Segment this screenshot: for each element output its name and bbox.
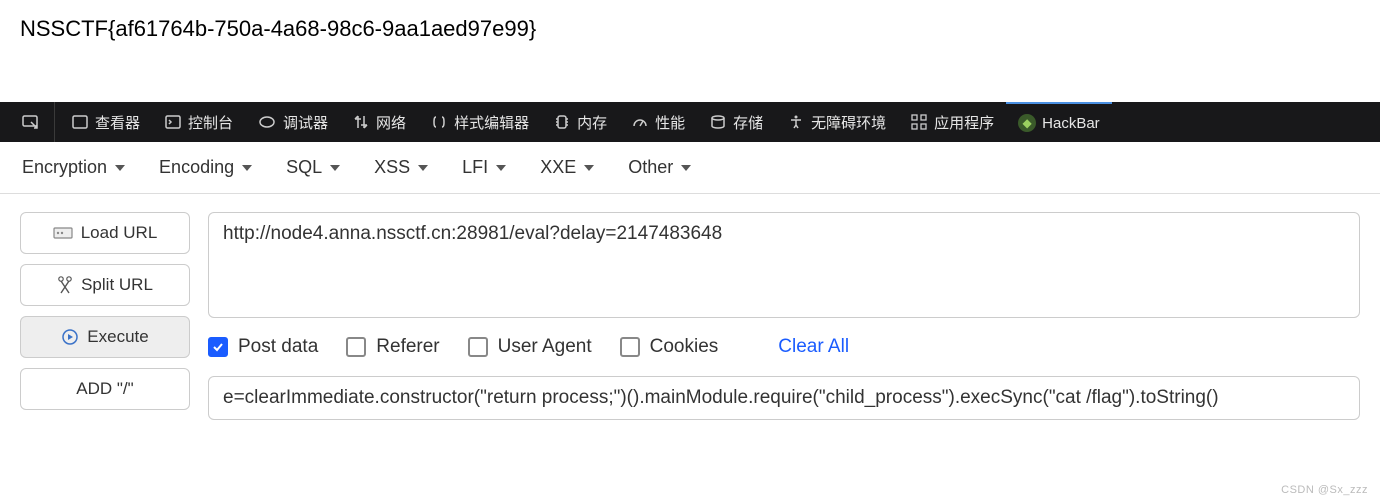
post-data-label: Post data [238,336,318,358]
post-data-checkbox[interactable]: Post data [208,336,318,358]
inspector-icon [71,113,89,131]
accessibility-icon [787,113,805,131]
menu-encoding-label: Encoding [159,157,234,178]
load-url-button[interactable]: Load URL [20,212,190,254]
tab-application-label: 应用程序 [934,112,994,133]
caret-down-icon [681,165,691,171]
tab-hackbar[interactable]: ◆ HackBar [1006,102,1112,142]
caret-down-icon [115,165,125,171]
clear-all-link[interactable]: Clear All [778,336,849,358]
menu-sql[interactable]: SQL [286,157,340,178]
debugger-icon [257,113,277,131]
tab-performance-label: 性能 [655,112,685,133]
tab-application[interactable]: 应用程序 [898,102,1006,142]
execute-label: Execute [87,327,148,347]
storage-icon [709,113,727,131]
caret-down-icon [584,165,594,171]
add-slash-button[interactable]: ADD "/" [20,368,190,410]
cookies-label: Cookies [650,336,719,358]
tab-inspector[interactable]: 查看器 [59,102,152,142]
hackbar-icon: ◆ [1018,114,1036,132]
tab-hackbar-label: HackBar [1042,115,1100,132]
menu-sql-label: SQL [286,157,322,178]
tab-memory[interactable]: 内存 [541,102,619,142]
split-url-label: Split URL [81,275,153,295]
cookies-checkbox[interactable]: Cookies [620,336,719,358]
execute-button[interactable]: Execute [20,316,190,358]
referer-checkbox[interactable]: Referer [346,336,439,358]
menu-encryption[interactable]: Encryption [22,157,125,178]
tab-accessibility[interactable]: 无障碍环境 [775,102,898,142]
performance-icon [631,113,649,131]
tab-inspector-label: 查看器 [95,112,140,133]
split-url-icon [57,275,73,295]
menu-other-label: Other [628,157,673,178]
tab-console-label: 控制台 [188,112,233,133]
hackbar-side-buttons: Load URL Split URL Execute ADD "/" [20,212,190,410]
add-slash-label: ADD "/" [76,379,133,399]
memory-icon [553,113,571,131]
referer-label: Referer [376,336,439,358]
devtools-tabbar: 查看器 控制台 调试器 网络 样式编辑器 内存 性能 存储 无障碍环境 应用程序… [0,102,1380,142]
tab-accessibility-label: 无障碍环境 [811,112,886,133]
user-agent-label: User Agent [498,336,592,358]
tab-style-editor[interactable]: 样式编辑器 [418,102,541,142]
url-input[interactable] [208,212,1360,318]
caret-down-icon [496,165,506,171]
tab-network-label: 网络 [376,112,406,133]
page-flag-text: NSSCTF{af61764b-750a-4a68-98c6-9aa1aed97… [20,16,1360,42]
checkbox-icon [468,337,488,357]
checkbox-icon [620,337,640,357]
post-body-input[interactable] [208,376,1360,420]
user-agent-checkbox[interactable]: User Agent [468,336,592,358]
menu-lfi[interactable]: LFI [462,157,506,178]
menu-other[interactable]: Other [628,157,691,178]
caret-down-icon [242,165,252,171]
tab-storage-label: 存储 [733,112,763,133]
execute-icon [61,328,79,346]
network-icon [352,113,370,131]
menu-xxe[interactable]: XXE [540,157,594,178]
devtools-picker-button[interactable] [10,102,55,142]
tab-network[interactable]: 网络 [340,102,418,142]
tab-performance[interactable]: 性能 [619,102,697,142]
menu-encoding[interactable]: Encoding [159,157,252,178]
caret-down-icon [330,165,340,171]
menu-xxe-label: XXE [540,157,576,178]
menu-xss[interactable]: XSS [374,157,428,178]
tab-debugger[interactable]: 调试器 [245,102,340,142]
menu-lfi-label: LFI [462,157,488,178]
tab-debugger-label: 调试器 [283,112,328,133]
tab-style-editor-label: 样式编辑器 [454,112,529,133]
split-url-button[interactable]: Split URL [20,264,190,306]
hackbar-menubar: Encryption Encoding SQL XSS LFI XXE Othe… [0,142,1380,194]
tab-memory-label: 内存 [577,112,607,133]
checkbox-icon [346,337,366,357]
application-icon [910,113,928,131]
load-url-label: Load URL [81,223,158,243]
load-url-icon [53,225,73,241]
style-icon [430,113,448,131]
console-icon [164,113,182,131]
caret-down-icon [418,165,428,171]
tab-console[interactable]: 控制台 [152,102,245,142]
menu-encryption-label: Encryption [22,157,107,178]
menu-xss-label: XSS [374,157,410,178]
tab-storage[interactable]: 存储 [697,102,775,142]
watermark-text: CSDN @Sx_zzz [1281,484,1368,496]
request-options-row: Post data Referer User Agent Cookies Cle… [208,336,1360,358]
checkbox-icon [208,337,228,357]
